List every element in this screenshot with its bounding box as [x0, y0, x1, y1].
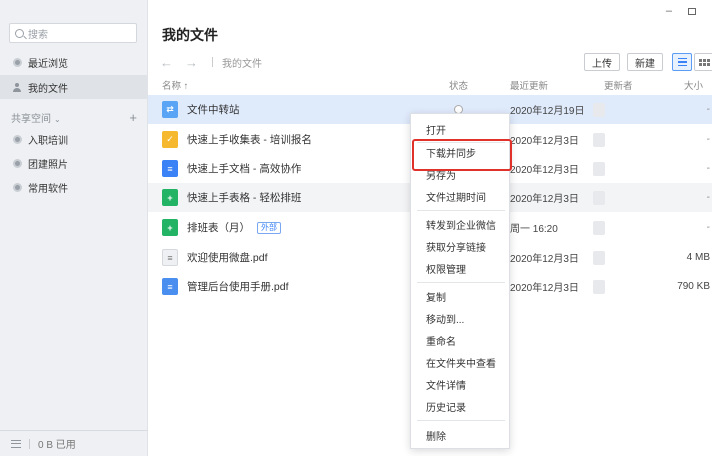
breadcrumb[interactable]: 我的文件 — [222, 55, 262, 70]
file-size: - — [706, 163, 710, 174]
user-icon — [12, 82, 22, 92]
file-name: 快速上手收集表 - 培训报名 — [187, 134, 312, 146]
folder-icon: ⇄ — [162, 101, 178, 118]
menu-forward-wecom[interactable]: 转发到企业微信 — [411, 214, 511, 234]
sidebar: 搜索 最近浏览 我的文件 共享空间 ⌄ + 入职培训 团建照片 常用软件 0 B … — [0, 0, 148, 456]
nav-recent[interactable]: 最近浏览 — [0, 50, 148, 74]
search-icon — [15, 28, 24, 38]
avatar — [593, 103, 605, 117]
context-menu: 打开 下载并同步 另存为 文件过期时间 转发到企业微信 获取分享链接 权限管理 … — [410, 113, 510, 449]
menu-copy[interactable]: 复制 — [411, 286, 511, 306]
external-badge: 外部 — [257, 221, 281, 234]
add-space-button[interactable]: + — [129, 110, 137, 125]
menu-permissions[interactable]: 权限管理 — [411, 258, 511, 278]
maximize-button[interactable] — [688, 8, 696, 15]
updated-date: 2020年12月3日 — [510, 194, 579, 205]
search-placeholder: 搜索 — [28, 29, 48, 41]
back-button[interactable]: ← — [160, 55, 173, 70]
clock-icon — [12, 57, 22, 67]
pdf-icon: ≡ — [162, 249, 178, 266]
doc-icon: ≡ — [162, 160, 178, 177]
avatar — [593, 133, 605, 147]
window-controls: – — [666, 5, 696, 17]
avatar — [593, 191, 605, 205]
updated-date: 2020年12月3日 — [510, 254, 579, 265]
updated-date: 2020年12月3日 — [510, 165, 579, 176]
file-name: 管理后台使用手册.pdf — [187, 281, 289, 293]
menu-show-in-folder[interactable]: 在文件夹中查看 — [411, 352, 511, 372]
space-icon — [12, 158, 22, 168]
new-button[interactable]: 新建 — [627, 53, 663, 71]
menu-share-link[interactable]: 获取分享链接 — [411, 236, 511, 256]
col-size[interactable]: 大小 — [684, 78, 703, 92]
sheet-icon: + — [162, 219, 178, 236]
space-item[interactable]: 团建照片 — [0, 151, 148, 175]
menu-rename[interactable]: 重命名 — [411, 330, 511, 350]
space-label: 常用软件 — [28, 183, 68, 195]
file-name: 快速上手表格 - 轻松排班 — [187, 192, 302, 204]
page-title: 我的文件 — [162, 27, 218, 43]
file-name: 排班表（月） — [187, 222, 250, 234]
shared-space-title[interactable]: 共享空间 ⌄ — [11, 110, 61, 125]
space-label: 团建照片 — [28, 159, 68, 171]
avatar — [593, 280, 605, 294]
file-size: - — [706, 104, 710, 115]
nav-recent-label: 最近浏览 — [28, 58, 68, 70]
col-updater: 更新者 — [604, 81, 633, 92]
avatar — [593, 251, 605, 265]
col-name[interactable]: 名称 ↑ — [162, 78, 188, 92]
space-icon — [12, 134, 22, 144]
space-icon — [12, 182, 22, 192]
avatar — [593, 162, 605, 176]
shared-space-header: 共享空间 ⌄ + — [11, 110, 137, 125]
minimize-button[interactable]: – — [666, 5, 672, 17]
upload-button[interactable]: 上传 — [584, 53, 620, 71]
space-item[interactable]: 常用软件 — [0, 175, 148, 199]
table-header: 名称 ↑ 状态 最近更新 更新者 大小 — [148, 75, 712, 93]
col-status: 状态 — [449, 81, 469, 92]
file-size: - — [706, 192, 710, 203]
menu-icon[interactable] — [11, 439, 21, 448]
menu-delete[interactable]: 删除 — [411, 425, 511, 445]
storage-used: 0 B 已用 — [38, 440, 76, 451]
file-name-group: 排班表（月） 外部 — [187, 220, 281, 235]
menu-save-as[interactable]: 另存为 — [411, 164, 511, 184]
updated-date: 2020年12月19日 — [510, 106, 585, 117]
space-label: 入职培训 — [28, 135, 68, 147]
col-updated[interactable]: 最近更新 — [510, 78, 548, 92]
forward-button[interactable]: → — [185, 55, 198, 70]
updated-date: 周一 16:20 — [510, 224, 558, 235]
list-view-button[interactable] — [672, 53, 692, 71]
menu-expiry[interactable]: 文件过期时间 — [411, 186, 511, 206]
updated-date: 2020年12月3日 — [510, 136, 579, 147]
pdf-icon: ≡ — [162, 278, 178, 295]
file-name: 欢迎使用微盘.pdf — [187, 252, 268, 264]
nav-my-files[interactable]: 我的文件 — [0, 75, 148, 99]
avatar — [593, 221, 605, 235]
grid-view-button[interactable] — [694, 53, 712, 71]
updated-date: 2020年12月3日 — [510, 283, 579, 294]
nav-my-files-label: 我的文件 — [28, 83, 68, 95]
file-size: - — [706, 222, 710, 233]
file-size: 4 MB — [686, 252, 710, 263]
file-name: 快速上手文档 - 高效协作 — [187, 163, 302, 175]
search-input[interactable]: 搜索 — [9, 23, 137, 43]
menu-move[interactable]: 移动到... — [411, 308, 511, 328]
form-icon: ✓ — [162, 131, 178, 148]
sheet-icon: + — [162, 189, 178, 206]
file-size: 790 KB — [677, 281, 710, 292]
chevron-down-icon: ⌄ — [54, 115, 61, 124]
space-item[interactable]: 入职培训 — [0, 127, 148, 151]
sidebar-footer: 0 B 已用 — [0, 430, 148, 456]
menu-open[interactable]: 打开 — [411, 119, 511, 139]
file-size: - — [706, 134, 710, 145]
file-name: 文件中转站 — [187, 104, 240, 116]
menu-details[interactable]: 文件详情 — [411, 374, 511, 394]
menu-download-sync[interactable]: 下载并同步 — [411, 142, 511, 162]
menu-history[interactable]: 历史记录 — [411, 396, 511, 416]
